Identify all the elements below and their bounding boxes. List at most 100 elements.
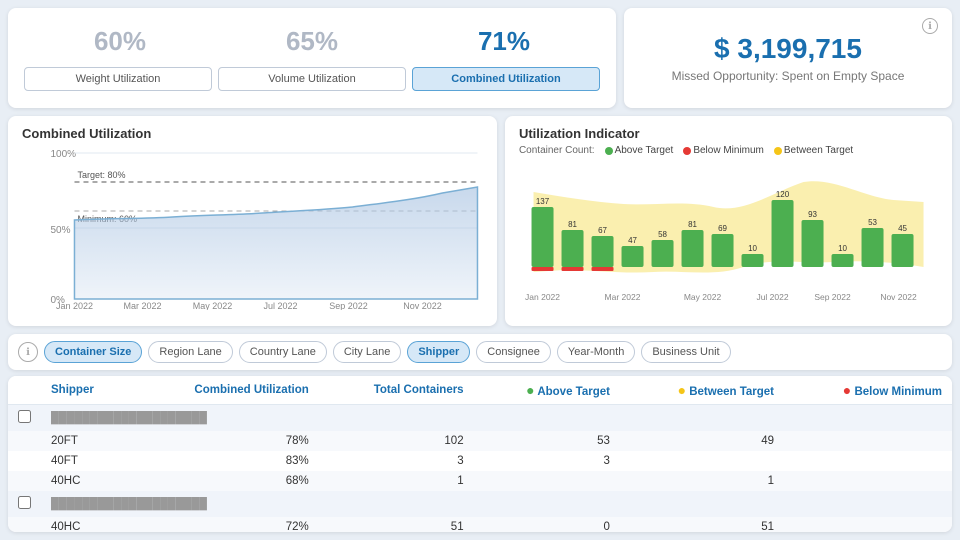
filter-region-lane[interactable]: Region Lane — [148, 341, 232, 363]
missed-amount: $ 3,199,715 — [714, 33, 862, 65]
combined-area-path — [74, 187, 477, 299]
row-combined: 83% — [129, 451, 318, 471]
row-total: 3 — [319, 451, 474, 471]
row-shipper: 40HC — [41, 517, 129, 532]
svg-text:50%: 50% — [50, 225, 70, 236]
col-below: ● Below Minimum — [784, 376, 952, 405]
indicator-legend: Container Count: Above Target Below Mini… — [519, 145, 938, 156]
svg-text:Jul 2022: Jul 2022 — [263, 301, 297, 310]
row-above — [474, 471, 620, 491]
indicator-chart-title: Utilization Indicator — [519, 126, 938, 141]
table-row: 40FT 83% 3 3 — [8, 451, 952, 471]
col-above-label: Above Target — [537, 386, 610, 398]
svg-text:Mar 2022: Mar 2022 — [123, 301, 161, 310]
between-target-legend: Between Target — [774, 145, 853, 156]
row-shipper: 40FT — [41, 451, 129, 471]
svg-text:Jul 2022: Jul 2022 — [756, 292, 788, 302]
weight-pct: 60% — [94, 26, 146, 57]
svg-text:Sep 2022: Sep 2022 — [814, 292, 851, 302]
data-table-card: Shipper Combined Utilization Total Conta… — [8, 376, 952, 532]
missed-opportunity-card: ℹ $ 3,199,715 Missed Opportunity: Spent … — [624, 8, 952, 108]
row-combined: 72% — [129, 517, 318, 532]
volume-pct: 65% — [286, 26, 338, 57]
combined-util-chart-card: Combined Utilization 100% 50% 0% Target:… — [8, 116, 497, 326]
svg-text:53: 53 — [868, 218, 877, 227]
combined-util-button[interactable]: Combined Utilization — [412, 67, 600, 91]
svg-text:10: 10 — [748, 244, 757, 253]
below-min-label: Below Minimum — [693, 145, 764, 156]
svg-text:100%: 100% — [50, 149, 76, 160]
svg-text:93: 93 — [808, 210, 817, 219]
group-a-name: ████████████████████ — [41, 405, 952, 432]
filter-row: ℹ Container Size Region Lane Country Lan… — [8, 334, 952, 370]
filter-business-unit[interactable]: Business Unit — [641, 341, 730, 363]
svg-text:58: 58 — [658, 230, 667, 239]
filter-info-icon[interactable]: ℹ — [18, 342, 38, 362]
svg-text:10: 10 — [838, 244, 847, 253]
combined-chart-title: Combined Utilization — [22, 126, 483, 141]
row-above: 3 — [474, 451, 620, 471]
group-a-checkbox[interactable] — [18, 410, 31, 423]
combined-pct: 71% — [478, 26, 530, 57]
util-numbers: 60% 65% 71% — [24, 26, 600, 57]
above-target-label: Above Target — [615, 145, 674, 156]
col-below-label: Below Minimum — [854, 386, 942, 398]
svg-text:47: 47 — [628, 236, 637, 245]
svg-text:120: 120 — [776, 190, 790, 199]
col-total: Total Containers — [319, 376, 474, 405]
svg-text:Jan 2022: Jan 2022 — [525, 292, 560, 302]
below-min-legend: Below Minimum — [683, 145, 764, 156]
row-shipper: 20FT — [41, 431, 129, 451]
filter-country-lane[interactable]: Country Lane — [239, 341, 327, 363]
filter-year-month[interactable]: Year-Month — [557, 341, 635, 363]
svg-text:137: 137 — [536, 197, 550, 206]
svg-text:Target: 80%: Target: 80% — [77, 170, 125, 180]
svg-text:Jan 2022: Jan 2022 — [56, 301, 93, 310]
col-checkbox — [8, 376, 41, 405]
above-target-dot — [605, 147, 613, 155]
group-b-checkbox[interactable] — [18, 496, 31, 509]
weight-util-button[interactable]: Weight Utilization — [24, 67, 212, 91]
svg-text:67: 67 — [598, 226, 607, 235]
row-above: 0 — [474, 517, 620, 532]
col-shipper: Shipper — [41, 376, 129, 405]
missed-info-icon[interactable]: ℹ — [922, 18, 938, 34]
svg-text:May 2022: May 2022 — [193, 301, 233, 310]
group-a-bar-label: ████████████████████ — [51, 412, 207, 424]
filter-city-lane[interactable]: City Lane — [333, 341, 401, 363]
group-b-checkbox-cell — [8, 491, 41, 517]
between-target-label: Between Target — [784, 145, 853, 156]
group-a-checkbox-cell — [8, 405, 41, 432]
row-total: 51 — [319, 517, 474, 532]
row-below — [784, 471, 952, 491]
row-below — [784, 517, 952, 532]
between-target-dot — [774, 147, 782, 155]
table-row: 40HC 68% 1 1 — [8, 471, 952, 491]
util-buttons: Weight Utilization Volume Utilization Co… — [24, 67, 600, 91]
group-b-bar-label: ████████████████████ — [51, 498, 207, 510]
svg-text:45: 45 — [898, 224, 907, 233]
col-between-label: Between Target — [689, 386, 774, 398]
row-below — [784, 451, 952, 471]
filter-consignee[interactable]: Consignee — [476, 341, 551, 363]
row-between: 49 — [620, 431, 784, 451]
group-b-header: ████████████████████ — [8, 491, 952, 517]
col-above: ● Above Target — [474, 376, 620, 405]
row-below — [784, 431, 952, 451]
container-count-label: Container Count: — [519, 145, 595, 156]
svg-text:81: 81 — [688, 220, 697, 229]
svg-text:Nov 2022: Nov 2022 — [880, 292, 917, 302]
group-b-name: ████████████████████ — [41, 491, 952, 517]
row-total: 1 — [319, 471, 474, 491]
row-shipper: 40HC — [41, 471, 129, 491]
svg-text:Mar 2022: Mar 2022 — [605, 292, 641, 302]
volume-util-button[interactable]: Volume Utilization — [218, 67, 406, 91]
filter-shipper[interactable]: Shipper — [407, 341, 470, 363]
filter-container-size[interactable]: Container Size — [44, 341, 142, 363]
row-between — [620, 451, 784, 471]
svg-text:May 2022: May 2022 — [684, 292, 722, 302]
row-combined: 78% — [129, 431, 318, 451]
svg-text:81: 81 — [568, 220, 577, 229]
table-row: 20FT 78% 102 53 49 — [8, 431, 952, 451]
table-container[interactable]: Shipper Combined Utilization Total Conta… — [8, 376, 952, 532]
